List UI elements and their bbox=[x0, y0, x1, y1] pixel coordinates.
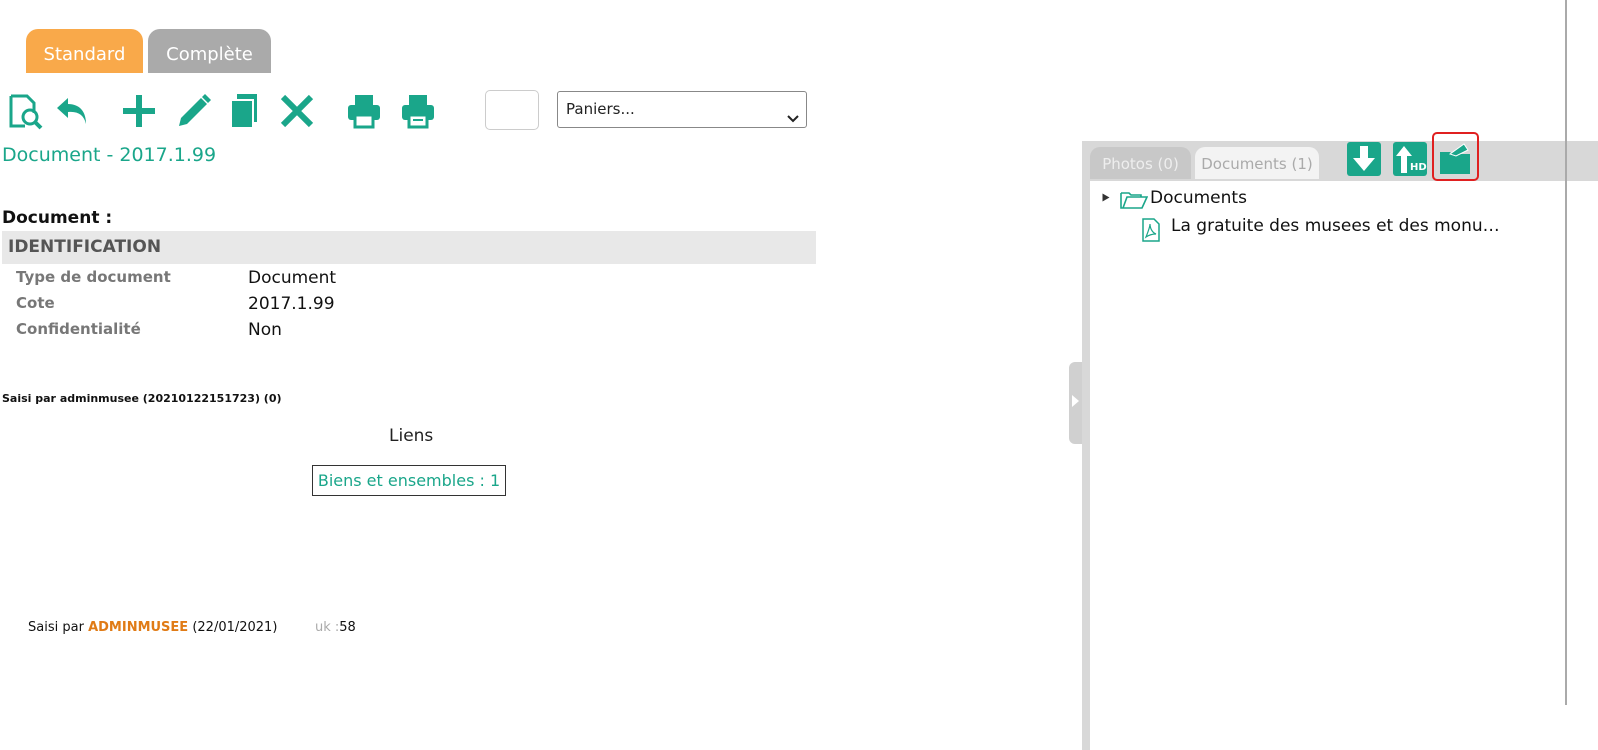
biens-ensembles-link[interactable]: Biens et ensembles : 1 bbox=[312, 465, 506, 496]
footer-uk-label: uk : bbox=[315, 620, 340, 635]
document-label: Document : bbox=[2, 208, 113, 228]
footer-user: ADMINMUSEE bbox=[88, 620, 189, 635]
field-label-cote: Cote bbox=[16, 294, 55, 312]
tree-collapse-icon[interactable] bbox=[1102, 193, 1110, 202]
footer-entered-by: Saisi par ADMINMUSEE (22/01/2021) bbox=[28, 620, 277, 635]
upload-hd-icon[interactable]: HD bbox=[1393, 142, 1427, 176]
tree-folder-documents[interactable]: Documents bbox=[1150, 188, 1247, 208]
footer-uk-value: 58 bbox=[339, 620, 356, 635]
basket-select[interactable]: Paniers... bbox=[557, 91, 807, 128]
duplicate-icon[interactable] bbox=[226, 92, 264, 130]
media-panel: Photos (0) Documents (1) HD Documents La… bbox=[1082, 132, 1598, 750]
window-edge bbox=[1565, 0, 1567, 705]
chevron-down-icon bbox=[786, 103, 800, 138]
edit-icon[interactable] bbox=[175, 92, 213, 130]
delete-icon[interactable] bbox=[278, 92, 316, 130]
search-document-icon[interactable] bbox=[6, 92, 44, 130]
tab-documents[interactable]: Documents (1) bbox=[1195, 147, 1319, 179]
field-label-type: Type de document bbox=[16, 268, 171, 286]
undo-icon[interactable] bbox=[54, 92, 92, 130]
panel-splitter-handle[interactable] bbox=[1069, 362, 1083, 444]
basket-select-value: Paniers... bbox=[566, 100, 635, 118]
field-value-type: Document bbox=[248, 268, 337, 288]
pdf-file-icon bbox=[1141, 218, 1161, 246]
entered-by-line: Saisi par adminmusee (20210122151723) (0… bbox=[2, 392, 282, 405]
identification-section: IDENTIFICATION bbox=[2, 231, 816, 264]
footer-saisi-prefix: Saisi par bbox=[28, 620, 84, 635]
print-icon[interactable] bbox=[345, 92, 383, 130]
section-title: IDENTIFICATION bbox=[8, 237, 162, 257]
document-title: Document - 2017.1.99 bbox=[2, 144, 217, 166]
tree-file-item[interactable]: La gratuite des musees et des monu… bbox=[1171, 216, 1500, 236]
field-value-cote: 2017.1.99 bbox=[248, 294, 335, 314]
print-list-icon[interactable] bbox=[399, 92, 437, 130]
highlight-box bbox=[1432, 132, 1479, 181]
folder-open-icon bbox=[1120, 190, 1149, 214]
add-icon[interactable] bbox=[120, 92, 158, 130]
color-box-button[interactable] bbox=[485, 90, 539, 130]
tab-photos[interactable]: Photos (0) bbox=[1090, 147, 1191, 179]
field-value-confidentialite: Non bbox=[248, 320, 282, 340]
footer-uk: uk :58 bbox=[315, 620, 356, 635]
svg-text:HD: HD bbox=[1410, 162, 1427, 173]
field-label-confidentialite: Confidentialité bbox=[16, 320, 141, 338]
media-panel-header: Photos (0) Documents (1) HD bbox=[1090, 132, 1598, 181]
download-icon[interactable] bbox=[1347, 142, 1381, 176]
footer-date: (22/01/2021) bbox=[192, 620, 278, 635]
links-heading: Liens bbox=[389, 426, 434, 446]
tab-complete[interactable]: Complète bbox=[148, 29, 271, 73]
tab-standard[interactable]: Standard bbox=[26, 29, 143, 73]
